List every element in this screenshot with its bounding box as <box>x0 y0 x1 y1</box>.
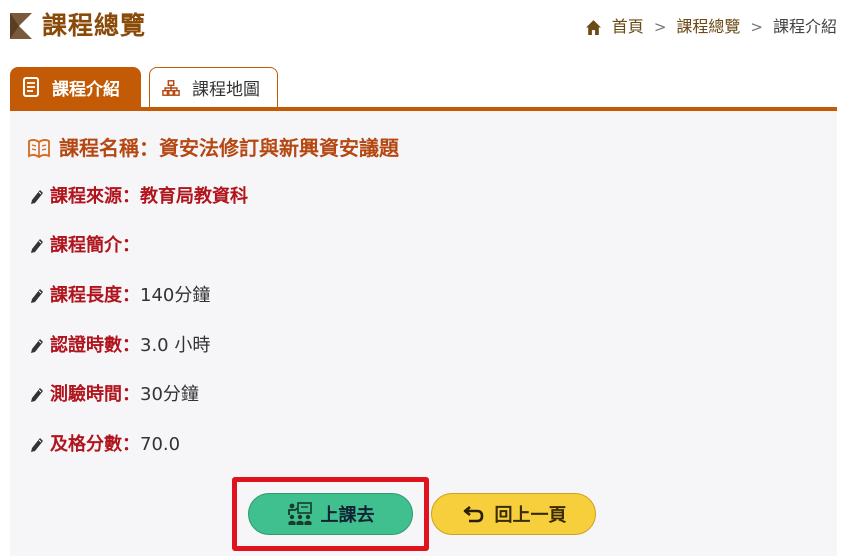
pencil-icon <box>31 190 43 204</box>
tab-course-map[interactable]: 課程地圖 <box>149 67 278 107</box>
document-icon <box>23 77 39 97</box>
field-label: 課程簡介： <box>50 235 140 256</box>
field-value: 140分鐘 <box>140 285 211 306</box>
field-label: 認證時數： <box>50 335 140 356</box>
go-to-class-button[interactable]: 上課去 <box>248 493 413 535</box>
field-course-length: 課程長度： 140分鐘 <box>30 283 210 309</box>
tab-label: 課程介紹 <box>52 79 120 100</box>
course-name-label: 課程名稱： <box>59 136 159 160</box>
open-book-icon <box>28 139 50 158</box>
field-label: 課程長度： <box>50 285 140 306</box>
field-label: 及格分數： <box>50 434 140 455</box>
field-exam-time: 測驗時間： 30分鐘 <box>30 382 199 408</box>
brand-logo-icon <box>10 13 32 39</box>
pencil-icon <box>31 388 43 402</box>
field-value: 30分鐘 <box>140 384 199 405</box>
breadcrumb-home[interactable]: 首頁 <box>612 15 644 39</box>
home-icon[interactable] <box>585 19 602 36</box>
breadcrumb-separator: > <box>750 18 763 36</box>
sitemap-icon <box>162 79 180 96</box>
tab-course-intro[interactable]: 課程介紹 <box>10 67 141 107</box>
tab-bar: 課程介紹 課程地圖 <box>10 67 278 107</box>
go-to-class-label: 上課去 <box>320 505 375 526</box>
field-value: 3.0 小時 <box>140 335 211 356</box>
field-course-source: 課程來源： 教育局教資科 <box>30 184 248 210</box>
back-label: 回上一頁 <box>494 505 567 526</box>
field-course-intro: 課程簡介： <box>30 233 140 259</box>
breadcrumb-current: 課程介紹 <box>772 17 837 36</box>
field-passing-score: 及格分數： 70.0 <box>30 432 180 458</box>
field-value: 教育局教資科 <box>140 186 248 207</box>
field-certified-hours: 認證時數： 3.0 小時 <box>30 333 210 359</box>
undo-arrow-icon <box>463 505 483 523</box>
course-name-heading: 課程名稱： 資安法修訂與新興資安議題 <box>28 133 399 163</box>
field-label: 課程來源： <box>50 186 140 207</box>
page-title: 課程總覽 <box>42 11 147 40</box>
back-button[interactable]: 回上一頁 <box>431 493 596 535</box>
tab-label: 課程地圖 <box>192 80 260 100</box>
pencil-icon <box>31 339 43 353</box>
classroom-icon <box>287 502 312 525</box>
pencil-icon <box>31 438 43 452</box>
course-name-value: 資安法修訂與新興資安議題 <box>159 136 399 160</box>
breadcrumb: 首頁 > 課程總覽 > 課程介紹 <box>585 15 837 39</box>
field-label: 測驗時間： <box>50 384 140 405</box>
field-value: 70.0 <box>140 434 181 455</box>
breadcrumb-separator: > <box>653 18 667 36</box>
breadcrumb-course-overview[interactable]: 課程總覽 <box>676 15 740 39</box>
pencil-icon <box>31 289 43 303</box>
pencil-icon <box>31 239 43 253</box>
